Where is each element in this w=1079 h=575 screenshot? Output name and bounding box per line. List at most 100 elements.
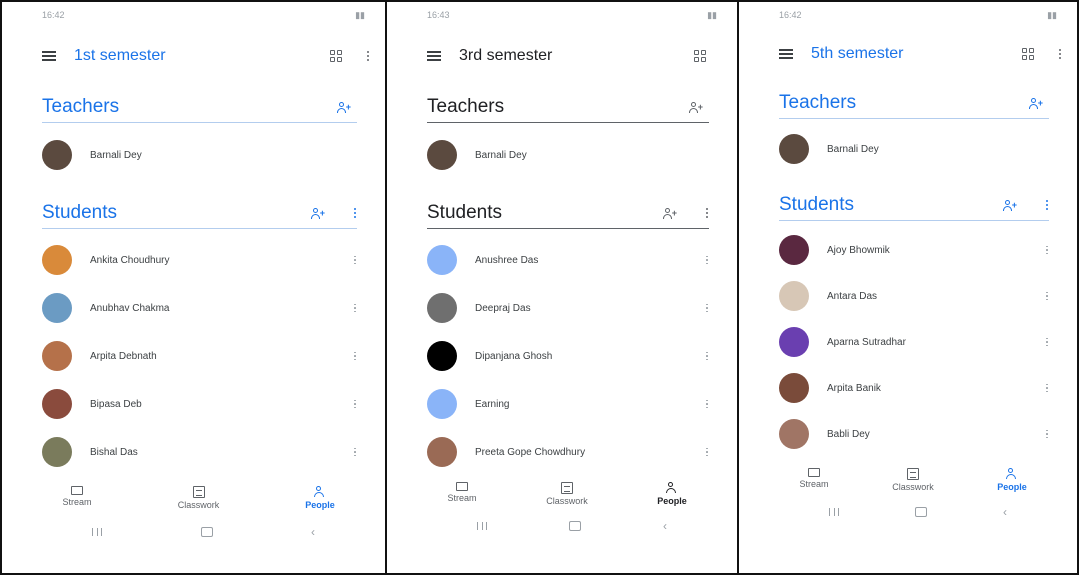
- more-options-icon[interactable]: [366, 51, 370, 61]
- student-row[interactable]: Bishal Das: [42, 437, 357, 467]
- row-more-icon[interactable]: [353, 351, 357, 361]
- teacher-row[interactable]: Barnali Dey: [779, 134, 1049, 164]
- teachers-title: Teachers: [427, 96, 505, 117]
- bottom-nav: Stream Classwork People: [427, 482, 707, 516]
- student-row[interactable]: Preeta Gope Chowdhury: [427, 437, 709, 467]
- student-row[interactable]: Dipanjana Ghosh: [427, 341, 709, 371]
- student-row[interactable]: Anushree Das: [427, 245, 709, 275]
- screen-5th-semester: 16:42 ▮▮ 5th semester Teachers + Barnali…: [737, 0, 1079, 575]
- invite-student-icon[interactable]: +: [1003, 199, 1017, 211]
- home-icon[interactable]: [200, 527, 213, 537]
- invite-student-icon[interactable]: +: [311, 207, 325, 219]
- student-row[interactable]: Antara Das: [779, 281, 1049, 311]
- more-options-icon[interactable]: [1058, 49, 1062, 59]
- avatar: [779, 134, 809, 164]
- nav-people[interactable]: People: [977, 468, 1047, 502]
- back-icon[interactable]: ‹: [1003, 506, 1007, 518]
- invite-teacher-icon[interactable]: +: [689, 101, 703, 113]
- nav-classwork-label: Classwork: [892, 482, 934, 492]
- classwork-icon: [192, 486, 205, 498]
- student-row[interactable]: Arpita Banik: [779, 373, 1049, 403]
- classwork-icon: [561, 482, 573, 494]
- avatar: [42, 389, 72, 419]
- teachers-title: Teachers: [42, 96, 120, 117]
- student-row[interactable]: Bipasa Deb: [42, 389, 357, 419]
- avatar: [779, 281, 809, 311]
- invite-teacher-icon[interactable]: +: [337, 101, 351, 113]
- row-more-icon[interactable]: [705, 399, 709, 409]
- row-more-icon[interactable]: [353, 399, 357, 409]
- nav-people-label: People: [657, 496, 687, 506]
- class-title: 5th semester: [811, 45, 904, 62]
- student-name: Bishal Das: [90, 446, 138, 458]
- signal-icon: ▮▮: [707, 10, 717, 20]
- row-more-icon[interactable]: [1045, 337, 1049, 347]
- row-more-icon[interactable]: [353, 447, 357, 457]
- nav-stream[interactable]: Stream: [779, 468, 849, 502]
- student-row[interactable]: Arpita Debnath: [42, 341, 357, 371]
- row-more-icon[interactable]: [705, 255, 709, 265]
- student-row[interactable]: Deepraj Das: [427, 293, 709, 323]
- student-name: Ankita Choudhury: [90, 254, 170, 266]
- menu-icon[interactable]: [779, 49, 793, 59]
- student-row[interactable]: Anubhav Chakma: [42, 293, 357, 323]
- student-row[interactable]: Ajoy Bhowmik: [779, 235, 1049, 265]
- apps-grid-icon[interactable]: [694, 50, 706, 62]
- bottom-nav: Stream Classwork People: [42, 486, 355, 520]
- nav-stream[interactable]: Stream: [427, 482, 497, 516]
- recent-apps-icon[interactable]: [477, 522, 487, 530]
- nav-stream-label: Stream: [447, 493, 477, 503]
- invite-teacher-icon[interactable]: +: [1029, 97, 1043, 109]
- row-more-icon[interactable]: [1045, 245, 1049, 255]
- recent-apps-icon[interactable]: [829, 508, 839, 516]
- teachers-header: Teachers +: [427, 92, 709, 123]
- nav-classwork[interactable]: Classwork: [532, 482, 602, 516]
- student-row[interactable]: Ankita Choudhury: [42, 245, 357, 275]
- students-title: Students: [42, 202, 117, 223]
- nav-people[interactable]: People: [285, 486, 355, 520]
- nav-classwork[interactable]: Classwork: [878, 468, 948, 502]
- back-icon[interactable]: ‹: [311, 526, 315, 538]
- teacher-row[interactable]: Barnali Dey: [42, 140, 357, 170]
- apps-grid-icon[interactable]: [1022, 48, 1034, 60]
- screen-3rd-semester: 16:43 ▮▮ 3rd semester Teachers + Barnali…: [385, 0, 737, 575]
- row-more-icon[interactable]: [1045, 291, 1049, 301]
- row-more-icon[interactable]: [705, 351, 709, 361]
- students-more-icon[interactable]: [705, 208, 709, 218]
- student-row[interactable]: Aparna Sutradhar: [779, 327, 1049, 357]
- nav-people-label: People: [305, 500, 335, 510]
- menu-icon[interactable]: [427, 51, 441, 61]
- row-more-icon[interactable]: [1045, 383, 1049, 393]
- row-more-icon[interactable]: [705, 303, 709, 313]
- avatar: [779, 235, 809, 265]
- teachers-header: Teachers +: [779, 88, 1049, 119]
- student-row[interactable]: Earning: [427, 389, 709, 419]
- menu-icon[interactable]: [42, 51, 56, 61]
- stream-icon: [456, 482, 468, 491]
- student-row[interactable]: Babli Dey: [779, 419, 1049, 449]
- avatar: [427, 437, 457, 467]
- row-more-icon[interactable]: [353, 255, 357, 265]
- nav-stream[interactable]: Stream: [42, 486, 112, 520]
- student-name: Dipanjana Ghosh: [475, 350, 553, 362]
- stream-icon: [808, 468, 820, 477]
- teacher-name: Barnali Dey: [827, 143, 879, 155]
- students-more-icon[interactable]: [353, 208, 357, 218]
- students-more-icon[interactable]: [1045, 200, 1049, 210]
- row-more-icon[interactable]: [353, 303, 357, 313]
- back-icon[interactable]: ‹: [663, 520, 667, 532]
- nav-classwork[interactable]: Classwork: [164, 486, 234, 520]
- student-name: Ajoy Bhowmik: [827, 244, 890, 256]
- apps-grid-icon[interactable]: [330, 50, 342, 62]
- home-icon[interactable]: [915, 507, 927, 517]
- invite-student-icon[interactable]: +: [663, 207, 677, 219]
- row-more-icon[interactable]: [705, 447, 709, 457]
- teacher-row[interactable]: Barnali Dey: [427, 140, 709, 170]
- recent-apps-icon[interactable]: [92, 528, 102, 536]
- row-more-icon[interactable]: [1045, 429, 1049, 439]
- home-icon[interactable]: [569, 521, 581, 531]
- status-bar: 16:42 ▮▮: [779, 10, 1057, 22]
- nav-people[interactable]: People: [637, 482, 707, 516]
- system-nav: ‹: [829, 505, 1007, 519]
- nav-classwork-label: Classwork: [546, 496, 588, 506]
